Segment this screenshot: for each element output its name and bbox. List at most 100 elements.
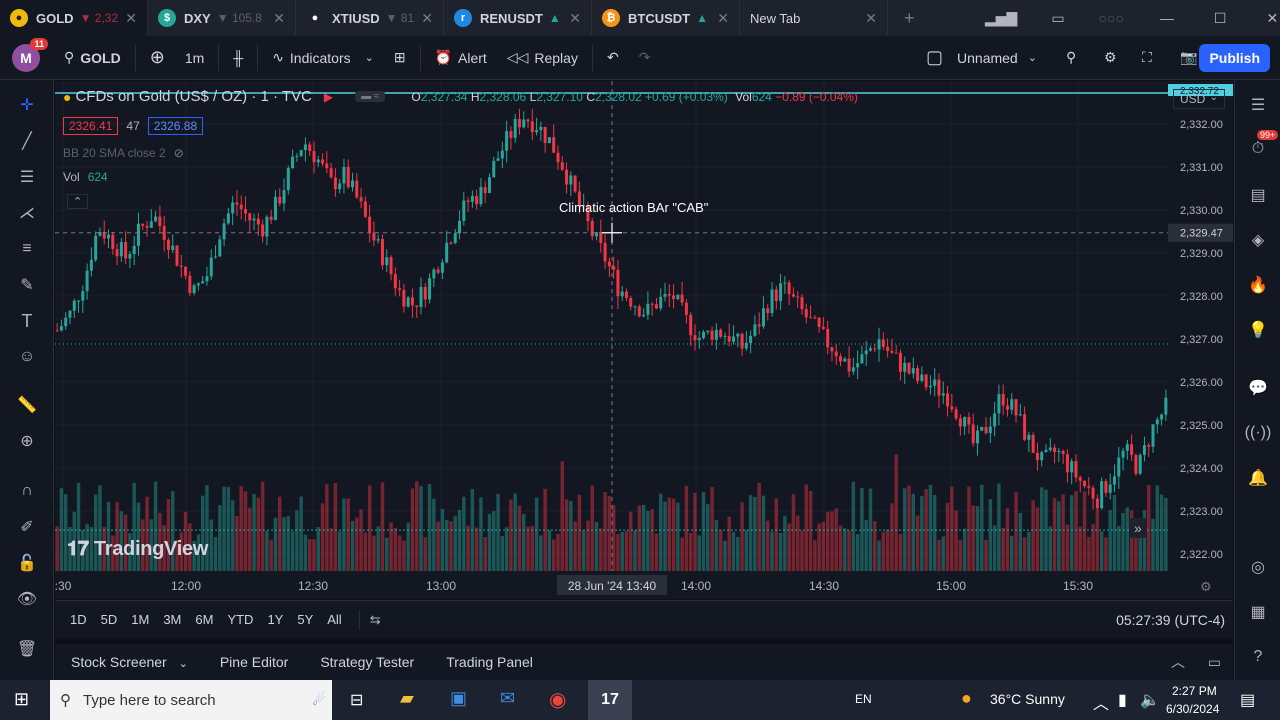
horizontal-lines-icon[interactable]: ☰	[12, 162, 42, 192]
windows-start-icon[interactable]: ⊞	[14, 689, 29, 710]
calendar-icon[interactable]: ▦	[1243, 597, 1273, 627]
settings-button[interactable]: ⚙	[1094, 36, 1127, 80]
store-icon[interactable]: ▣	[450, 688, 467, 709]
scroll-right-button[interactable]: »	[1129, 518, 1147, 538]
close-icon[interactable]: ✕	[717, 10, 729, 27]
taskbar-time[interactable]: 2:27 PM	[1172, 684, 1217, 698]
ruler-icon[interactable]: 📏	[12, 390, 42, 420]
magnet-icon[interactable]: ∩	[12, 476, 42, 506]
lock-icon[interactable]: 🔓	[12, 548, 42, 578]
trash-icon[interactable]: 🗑	[12, 634, 42, 664]
range-1y[interactable]: 1Y	[260, 612, 290, 627]
chevron-up-icon[interactable]: ︿	[1171, 652, 1185, 672]
tray-chevron-up-icon[interactable]: ︿	[1093, 690, 1109, 714]
crosshair-icon[interactable]: ✛	[12, 90, 42, 120]
close-icon[interactable]: ✕	[421, 10, 433, 27]
notifications-bell-icon[interactable]: 🔔	[1243, 463, 1273, 493]
indicators-button[interactable]: ∿ Indicators ⌄	[262, 36, 384, 80]
microphone-icon[interactable]: ▮	[1118, 690, 1127, 710]
tab-renusdt[interactable]: r RENUSDT ▲ ✕	[444, 0, 592, 36]
trend-line-icon[interactable]: ╱	[12, 126, 42, 156]
list-icon[interactable]: ▤	[1243, 180, 1273, 210]
volume-icon[interactable]: 🔈	[1140, 690, 1160, 710]
symbol-search-button[interactable]: ⚲ GOLD	[54, 36, 131, 80]
watchlist-icon[interactable]: ☰	[1243, 90, 1273, 120]
stock-screener-tab[interactable]: Stock Screener ⌄	[55, 654, 204, 670]
bb-indicator-row[interactable]: BB 20 SMA close 2 ⊘	[63, 146, 184, 160]
publish-button[interactable]: Publish	[1199, 44, 1270, 72]
language-indicator[interactable]: EN	[855, 692, 872, 706]
minimize-icon[interactable]: —	[1160, 10, 1174, 26]
alert-button[interactable]: ⏰ Alert	[425, 36, 497, 80]
flag-icon[interactable]: ▶	[324, 90, 333, 104]
vol-indicator-row[interactable]: Vol 624	[63, 170, 108, 184]
price-chart[interactable]: 2,332.00 2,331.00 2,330.00 2,329.00 2,328.00…	[55, 81, 1233, 599]
chart-type-button[interactable]: ╫	[223, 36, 253, 80]
date-range-icon[interactable]: ⇆	[370, 612, 381, 628]
file-explorer-icon[interactable]: ▰	[400, 688, 414, 709]
redo-button[interactable]: ↷	[629, 36, 661, 80]
lock-drawing-icon[interactable]: ✐	[12, 512, 42, 542]
range-1m[interactable]: 1M	[124, 612, 156, 627]
range-6m[interactable]: 6M	[188, 612, 220, 627]
strategy-tester-tab[interactable]: Strategy Tester	[304, 654, 430, 670]
close-icon[interactable]: ✕	[569, 10, 581, 27]
layers-icon[interactable]: ◈	[1243, 225, 1273, 255]
chart-icon[interactable]: ▂▅▇	[985, 10, 1017, 27]
bid-button[interactable]: 2326.41	[63, 117, 119, 135]
streams-icon[interactable]: ((·))	[1243, 418, 1273, 448]
collapse-legend-button[interactable]: ⌃	[67, 194, 89, 209]
brush-icon[interactable]: ✎	[12, 270, 42, 300]
range-ytd[interactable]: YTD	[220, 612, 260, 627]
range-3m[interactable]: 3M	[156, 612, 188, 627]
chart-pane[interactable]: 2,332.00 2,331.00 2,330.00 2,329.00 2,328.00…	[55, 81, 1233, 599]
clock-label[interactable]: 05:27:39 (UTC-4)	[1116, 612, 1225, 628]
new-tab-plus-icon[interactable]: +	[904, 8, 915, 29]
fullscreen-button[interactable]: ⛶	[1132, 36, 1162, 80]
maximize-icon[interactable]: ☐	[1214, 10, 1227, 27]
add-symbol-button[interactable]: ⊕	[140, 36, 175, 80]
taskbar-search[interactable]: ⚲ Type here to search ☄	[50, 680, 332, 720]
tab-btcusdt[interactable]: ₿ BTCUSDT ▲ ✕	[592, 0, 740, 36]
chat-icon[interactable]: 💬	[1243, 373, 1273, 403]
text-icon[interactable]: T	[12, 306, 42, 336]
eye-icon[interactable]: 👁	[12, 584, 42, 614]
avatar[interactable]: M 11	[12, 37, 48, 72]
range-5d[interactable]: 5D	[94, 612, 125, 627]
tradingview-app-icon[interactable]: 17	[588, 680, 632, 720]
templates-button[interactable]: ⊞	[384, 36, 416, 80]
zoom-in-icon[interactable]: ⊕	[12, 426, 42, 456]
replay-button[interactable]: ◁◁ Replay	[497, 36, 588, 80]
fib-icon[interactable]: ≡	[12, 234, 42, 264]
hotlist-fire-icon[interactable]: 🔥	[1243, 270, 1273, 300]
range-all[interactable]: All	[320, 612, 348, 627]
range-5y[interactable]: 5Y	[290, 612, 320, 627]
close-icon[interactable]: ✕	[865, 10, 877, 27]
eye-off-icon[interactable]: ⊘	[174, 146, 184, 160]
mail-icon[interactable]: ✉	[500, 688, 515, 709]
chart-annotation[interactable]: Climatic action BAr "CAB"	[559, 200, 708, 215]
target-icon[interactable]: ◎	[1243, 552, 1273, 582]
symbol-title[interactable]: CFDs on Gold (US$ / OZ) · 1 · TVC	[75, 88, 311, 105]
taskbar-date[interactable]: 6/30/2024	[1166, 702, 1219, 716]
range-1d[interactable]: 1D	[63, 612, 94, 627]
layout-icon[interactable]: ▭	[1051, 10, 1064, 27]
help-icon[interactable]: ?	[1243, 642, 1273, 672]
maximize-panel-icon[interactable]: ▭	[1208, 654, 1221, 671]
pine-editor-tab[interactable]: Pine Editor	[204, 654, 304, 670]
notification-center-icon[interactable]: ▤	[1240, 690, 1255, 710]
undo-button[interactable]: ↶	[597, 36, 629, 80]
tab-xtiusd[interactable]: ● XTIUSD ▼ 81 ✕	[296, 0, 444, 36]
tab-gold[interactable]: ● GOLD ▼ 2,32 ✕	[0, 0, 148, 36]
task-view-icon[interactable]: ⊟	[350, 690, 363, 710]
ask-button[interactable]: 2326.88	[147, 117, 204, 135]
emoji-icon[interactable]: ☺	[12, 342, 42, 372]
ideas-bulb-icon[interactable]: 💡	[1243, 315, 1273, 345]
quick-search-button[interactable]: ⚲	[1056, 36, 1086, 80]
currency-select[interactable]: USD ⌄	[1173, 89, 1225, 109]
layout-button[interactable]: ▢ Unnamed ⌄	[916, 36, 1047, 80]
alerts-clock-icon[interactable]: ⏱ 99+	[1243, 130, 1279, 164]
more-icon[interactable]: ○○○	[1099, 10, 1124, 26]
chrome-icon[interactable]: ◉	[549, 687, 566, 712]
close-icon[interactable]: ✕	[125, 10, 137, 27]
